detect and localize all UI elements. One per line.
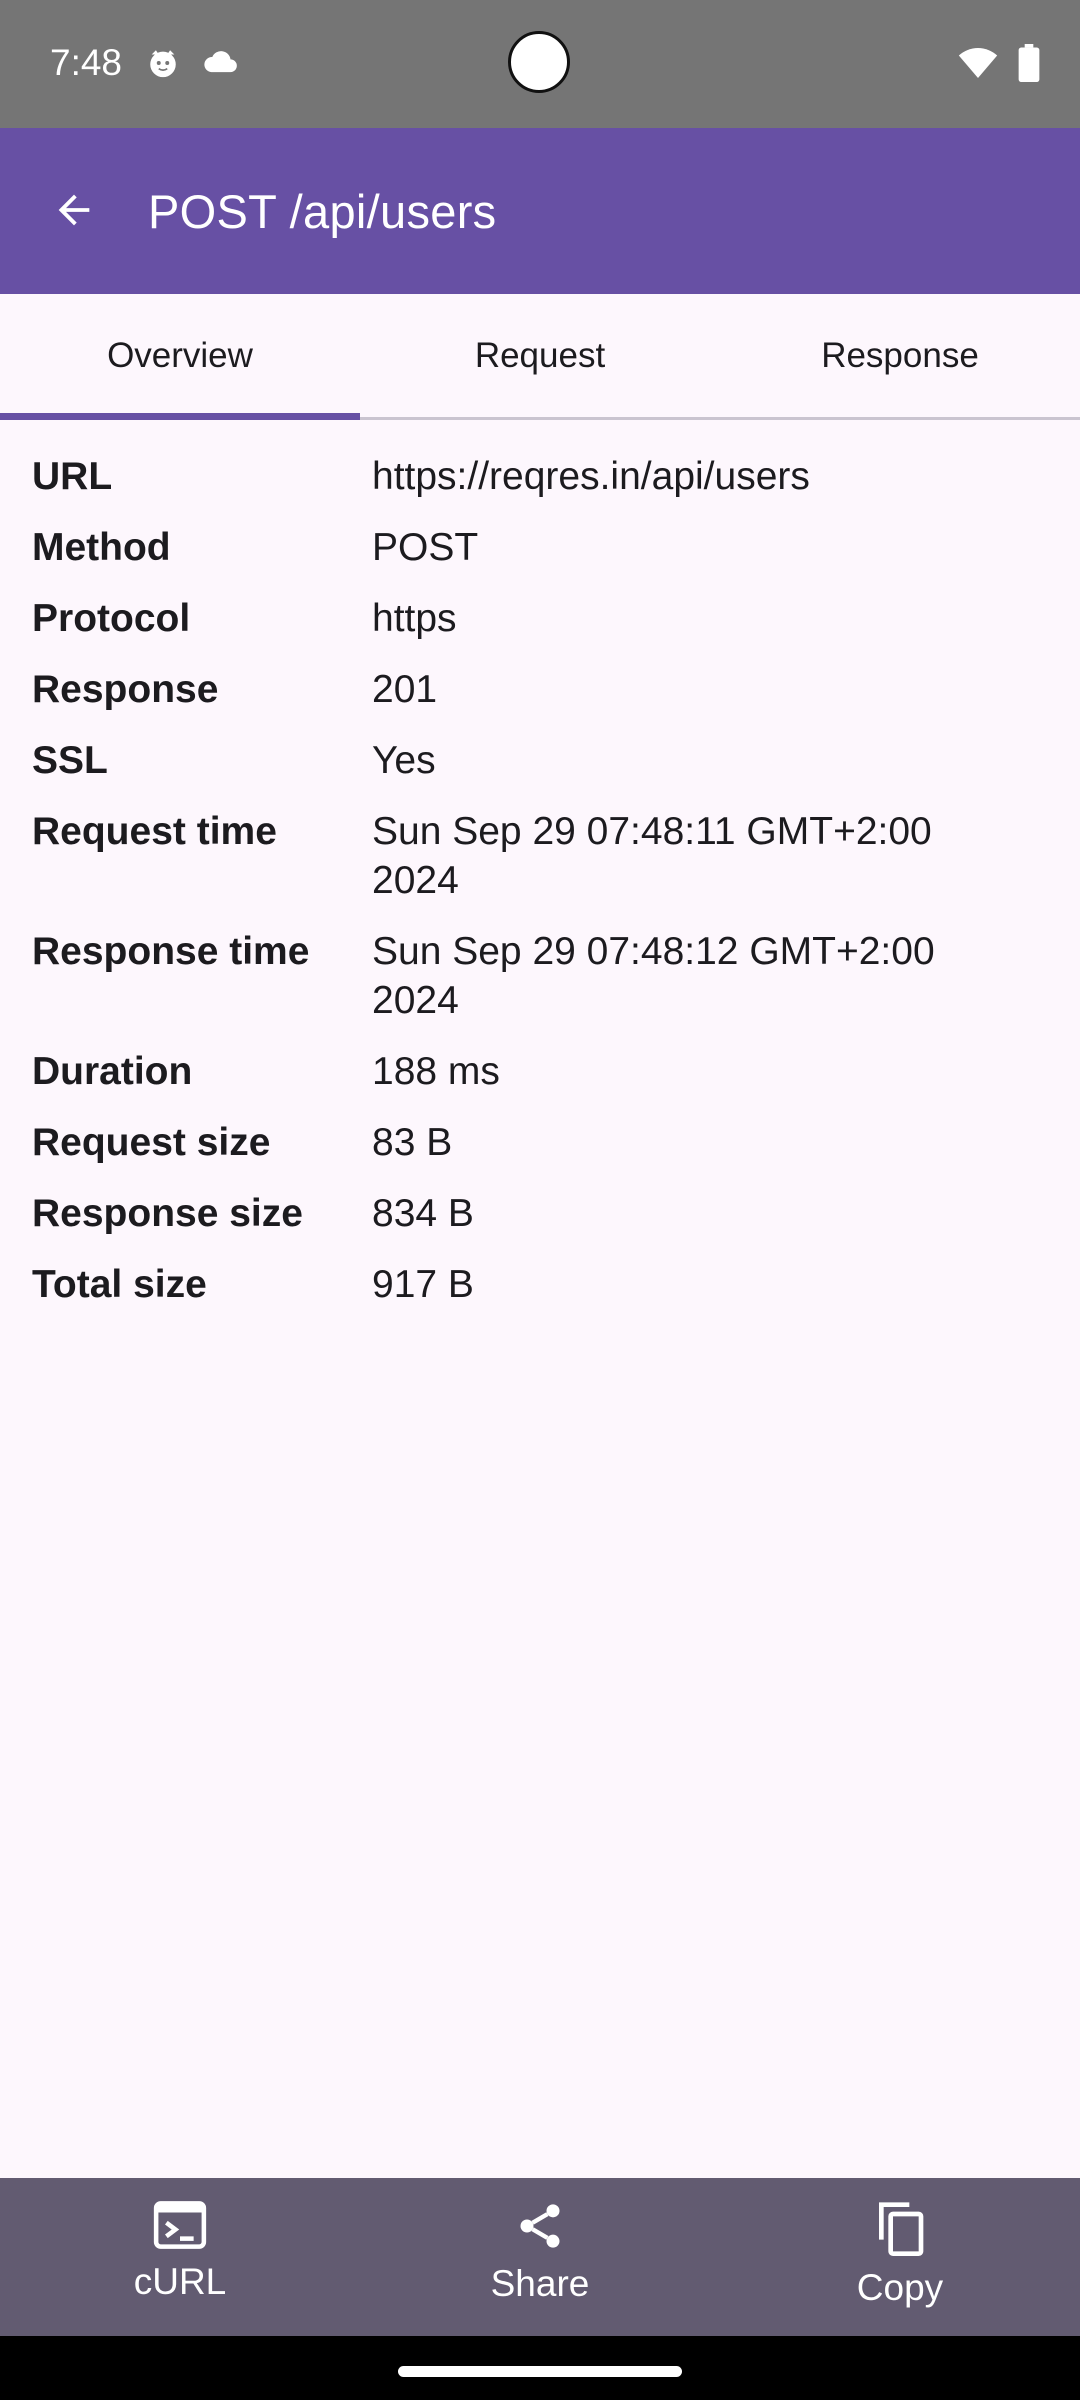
detail-label: Total size [32, 1263, 207, 1306]
copy-label: Copy [856, 2267, 944, 2308]
detail-value: Sun Sep 29 07:48:12 GMT+2:00 2024 [372, 930, 935, 1022]
copy-button[interactable]: Copy [720, 2178, 1080, 2336]
curl-button[interactable]: cURL [0, 2178, 360, 2336]
detail-value: https://reqres.in/api/users [372, 455, 810, 498]
detail-label: Response [32, 668, 219, 711]
detail-row-response: Response 201 [32, 665, 1052, 714]
tab-overview[interactable]: Overview [0, 294, 360, 420]
share-icon [514, 2200, 566, 2257]
home-indicator[interactable] [398, 2366, 682, 2377]
detail-value: POST [372, 526, 479, 569]
detail-row-request-time: Request time Sun Sep 29 07:48:11 GMT+2:0… [32, 807, 1052, 905]
bottom-action-bar: cURL Share Copy [0, 2178, 1080, 2336]
detail-row-ssl: SSL Yes [32, 736, 1052, 785]
back-button[interactable] [40, 178, 108, 246]
battery-icon [1018, 44, 1040, 87]
detail-row-duration: Duration 188 ms [32, 1047, 1052, 1096]
detail-value: Sun Sep 29 07:48:11 GMT+2:00 2024 [372, 810, 932, 902]
wifi-icon [958, 46, 998, 85]
detail-row-protocol: Protocol https [32, 594, 1052, 643]
detail-value: 188 ms [372, 1050, 500, 1093]
detail-value: 83 B [372, 1121, 453, 1164]
share-button[interactable]: Share [360, 2178, 720, 2336]
copy-icon [874, 2200, 926, 2261]
detail-row-response-time: Response time Sun Sep 29 07:48:12 GMT+2:… [32, 927, 1052, 1025]
detail-label: Request size [32, 1121, 271, 1164]
curl-label: cURL [133, 2261, 227, 2302]
page-title: POST /api/users [148, 185, 497, 238]
cloud-icon [202, 46, 240, 85]
detail-label: Response size [32, 1192, 303, 1235]
detail-label: Duration [32, 1050, 193, 1093]
detail-label: URL [32, 455, 113, 498]
detail-row-total-size: Total size 917 B [32, 1260, 1052, 1309]
status-time: 7:48 [50, 42, 123, 83]
share-label: Share [490, 2263, 590, 2304]
detail-label: Method [32, 526, 171, 569]
camera-cutout [508, 31, 570, 93]
arrow-back-icon [51, 187, 97, 238]
detail-row-url: URL https://reqres.in/api/users [32, 452, 1052, 501]
tab-request[interactable]: Request [360, 294, 720, 417]
status-bar: 7:48 [0, 0, 1080, 128]
detail-label: Protocol [32, 597, 191, 640]
detail-value: https [372, 597, 457, 640]
detail-row-method: Method POST [32, 523, 1052, 572]
terminal-icon [152, 2200, 208, 2255]
detail-row-response-size: Response size 834 B [32, 1189, 1052, 1238]
detail-label: SSL [32, 739, 108, 782]
detail-value: 201 [372, 668, 438, 711]
detail-value: Yes [372, 739, 436, 782]
detail-value: 834 B [372, 1192, 474, 1235]
overview-details: URL https://reqres.in/api/users Method P… [32, 452, 1052, 1331]
tab-bar: Overview Request Response [0, 294, 1080, 420]
tab-response[interactable]: Response [720, 294, 1080, 417]
cat-face-notification-icon [146, 46, 180, 85]
app-bar: POST /api/users [0, 128, 1080, 294]
detail-label: Response time [32, 930, 310, 973]
detail-row-request-size: Request size 83 B [32, 1118, 1052, 1167]
detail-label: Request time [32, 810, 277, 853]
detail-value: 917 B [372, 1263, 474, 1306]
gesture-nav-bar [0, 2336, 1080, 2400]
